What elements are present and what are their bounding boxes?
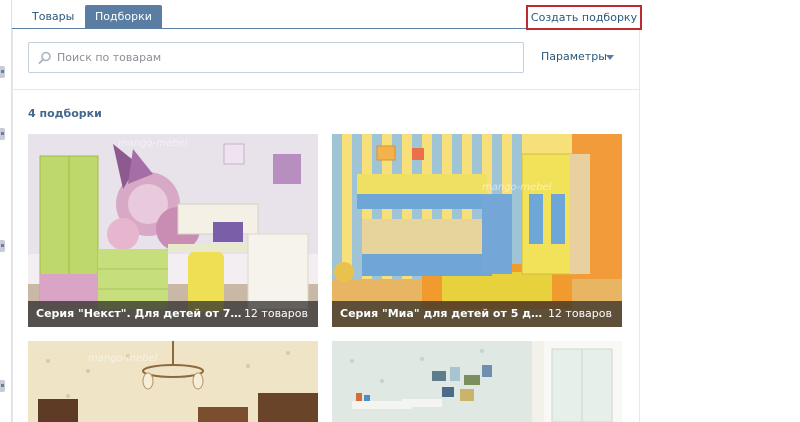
watermark: mango-mebel bbox=[88, 353, 158, 364]
tab-collections[interactable]: Подборки bbox=[85, 5, 162, 29]
tab-goods[interactable]: Товары bbox=[22, 5, 84, 29]
collection-photo bbox=[28, 341, 318, 422]
chevron-down-icon[interactable] bbox=[606, 55, 614, 60]
collection-card[interactable]: mango-mebel bbox=[28, 341, 318, 422]
edge-handle[interactable] bbox=[0, 380, 5, 392]
watermark: mango-mebel bbox=[118, 138, 188, 149]
collection-title: Серия "Некст". Для детей от 7 до 12 лет bbox=[36, 307, 244, 320]
collection-item-count: 12 товаров bbox=[547, 307, 612, 320]
edge-handle[interactable] bbox=[0, 128, 5, 140]
collection-card[interactable] bbox=[332, 341, 622, 422]
search-input[interactable] bbox=[57, 44, 517, 71]
collection-title: Серия "Миа" для детей от 5 до 13 лет bbox=[340, 307, 548, 320]
left-sidebar-edge bbox=[0, 0, 12, 422]
create-collection-button[interactable]: Создать подборку bbox=[526, 5, 642, 30]
collection-photo bbox=[332, 341, 622, 422]
params-dropdown[interactable]: Параметры bbox=[541, 50, 607, 63]
page: Товары Подборки Создать подборку Парамет… bbox=[0, 0, 800, 422]
collection-card[interactable]: mango-mebel Серия "Миа" для детей от 5 д… bbox=[332, 134, 622, 327]
divider bbox=[13, 89, 639, 90]
collection-caption: Серия "Миа" для детей от 5 до 13 лет 12 … bbox=[332, 301, 622, 327]
search-icon bbox=[38, 51, 51, 64]
collection-photo bbox=[28, 134, 318, 327]
watermark: mango-mebel bbox=[482, 182, 552, 193]
edge-handle[interactable] bbox=[0, 66, 5, 78]
collections-count: 4 подборки bbox=[28, 107, 102, 120]
search-box[interactable] bbox=[28, 42, 524, 73]
edge-handle[interactable] bbox=[0, 240, 5, 252]
collection-caption: Серия "Некст". Для детей от 7 до 12 лет … bbox=[28, 301, 318, 327]
collection-card[interactable]: mango-mebel Серия "Некст". Для детей от … bbox=[28, 134, 318, 327]
collection-item-count: 12 товаров bbox=[243, 307, 308, 320]
collection-photo bbox=[332, 134, 622, 327]
